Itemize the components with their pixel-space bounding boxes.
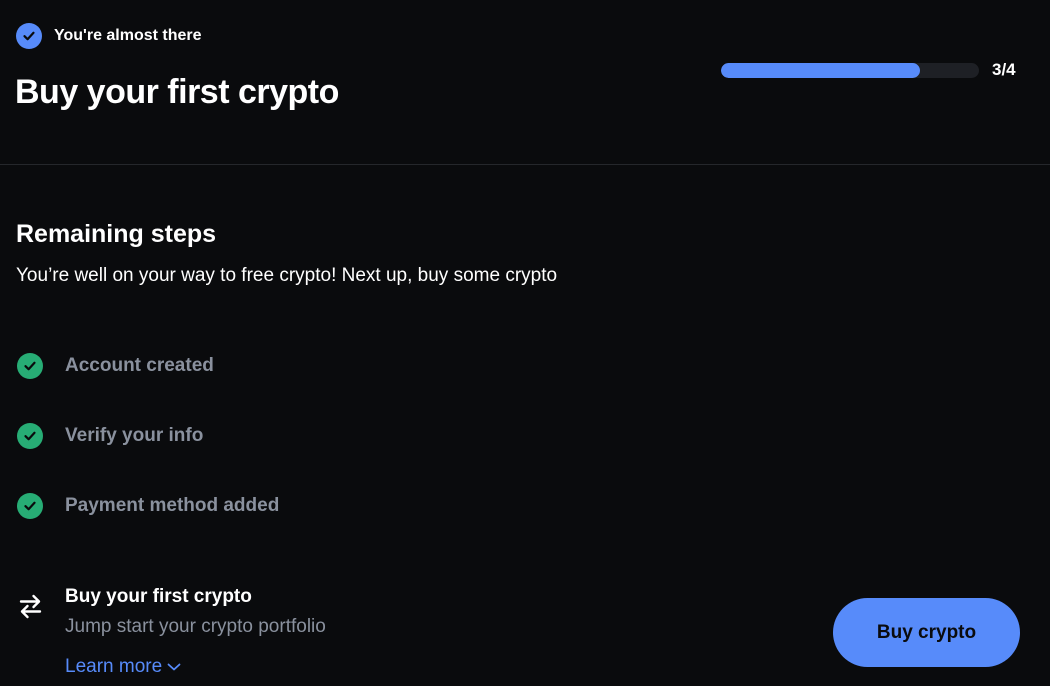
buy-crypto-button[interactable]: Buy crypto — [833, 598, 1020, 667]
learn-more-label: Learn more — [65, 656, 163, 677]
check-badge-icon — [16, 23, 42, 49]
current-step-description: Jump start your crypto portfolio — [65, 616, 326, 637]
progress-indicator: 3/4 — [721, 60, 1016, 80]
step-label: Payment method added — [65, 495, 280, 516]
step-label: Account created — [65, 355, 214, 376]
check-circle-icon — [17, 493, 43, 519]
step-verify-info: Verify your info — [17, 423, 203, 449]
step-label: Verify your info — [65, 425, 204, 446]
progress-label: 3/4 — [992, 60, 1016, 79]
status-text: You're almost there — [54, 27, 202, 44]
onboarding-page: You're almost there Buy your first crypt… — [0, 0, 1050, 686]
swap-arrows-icon — [19, 594, 42, 619]
step-buy-crypto: Buy your first crypto Jump start your cr… — [17, 585, 326, 678]
learn-more-link[interactable]: Learn more — [65, 656, 181, 678]
page-title: Buy your first crypto — [15, 73, 339, 111]
section-title: Remaining steps — [16, 220, 217, 248]
check-circle-icon — [17, 353, 43, 379]
current-step-title: Buy your first crypto — [65, 586, 252, 607]
progress-bar-fill — [721, 62, 920, 78]
progress-bar — [721, 62, 979, 78]
status-banner: You're almost there — [16, 23, 202, 49]
check-circle-icon — [17, 423, 43, 449]
step-account-created: Account created — [17, 353, 214, 379]
header: You're almost there Buy your first crypt… — [0, 0, 1050, 165]
current-step-text: Buy your first crypto Jump start your cr… — [65, 585, 326, 678]
chevron-down-icon — [167, 663, 181, 671]
section-subtitle: You’re well on your way to free crypto! … — [16, 265, 558, 286]
step-payment-method: Payment method added — [17, 493, 279, 519]
